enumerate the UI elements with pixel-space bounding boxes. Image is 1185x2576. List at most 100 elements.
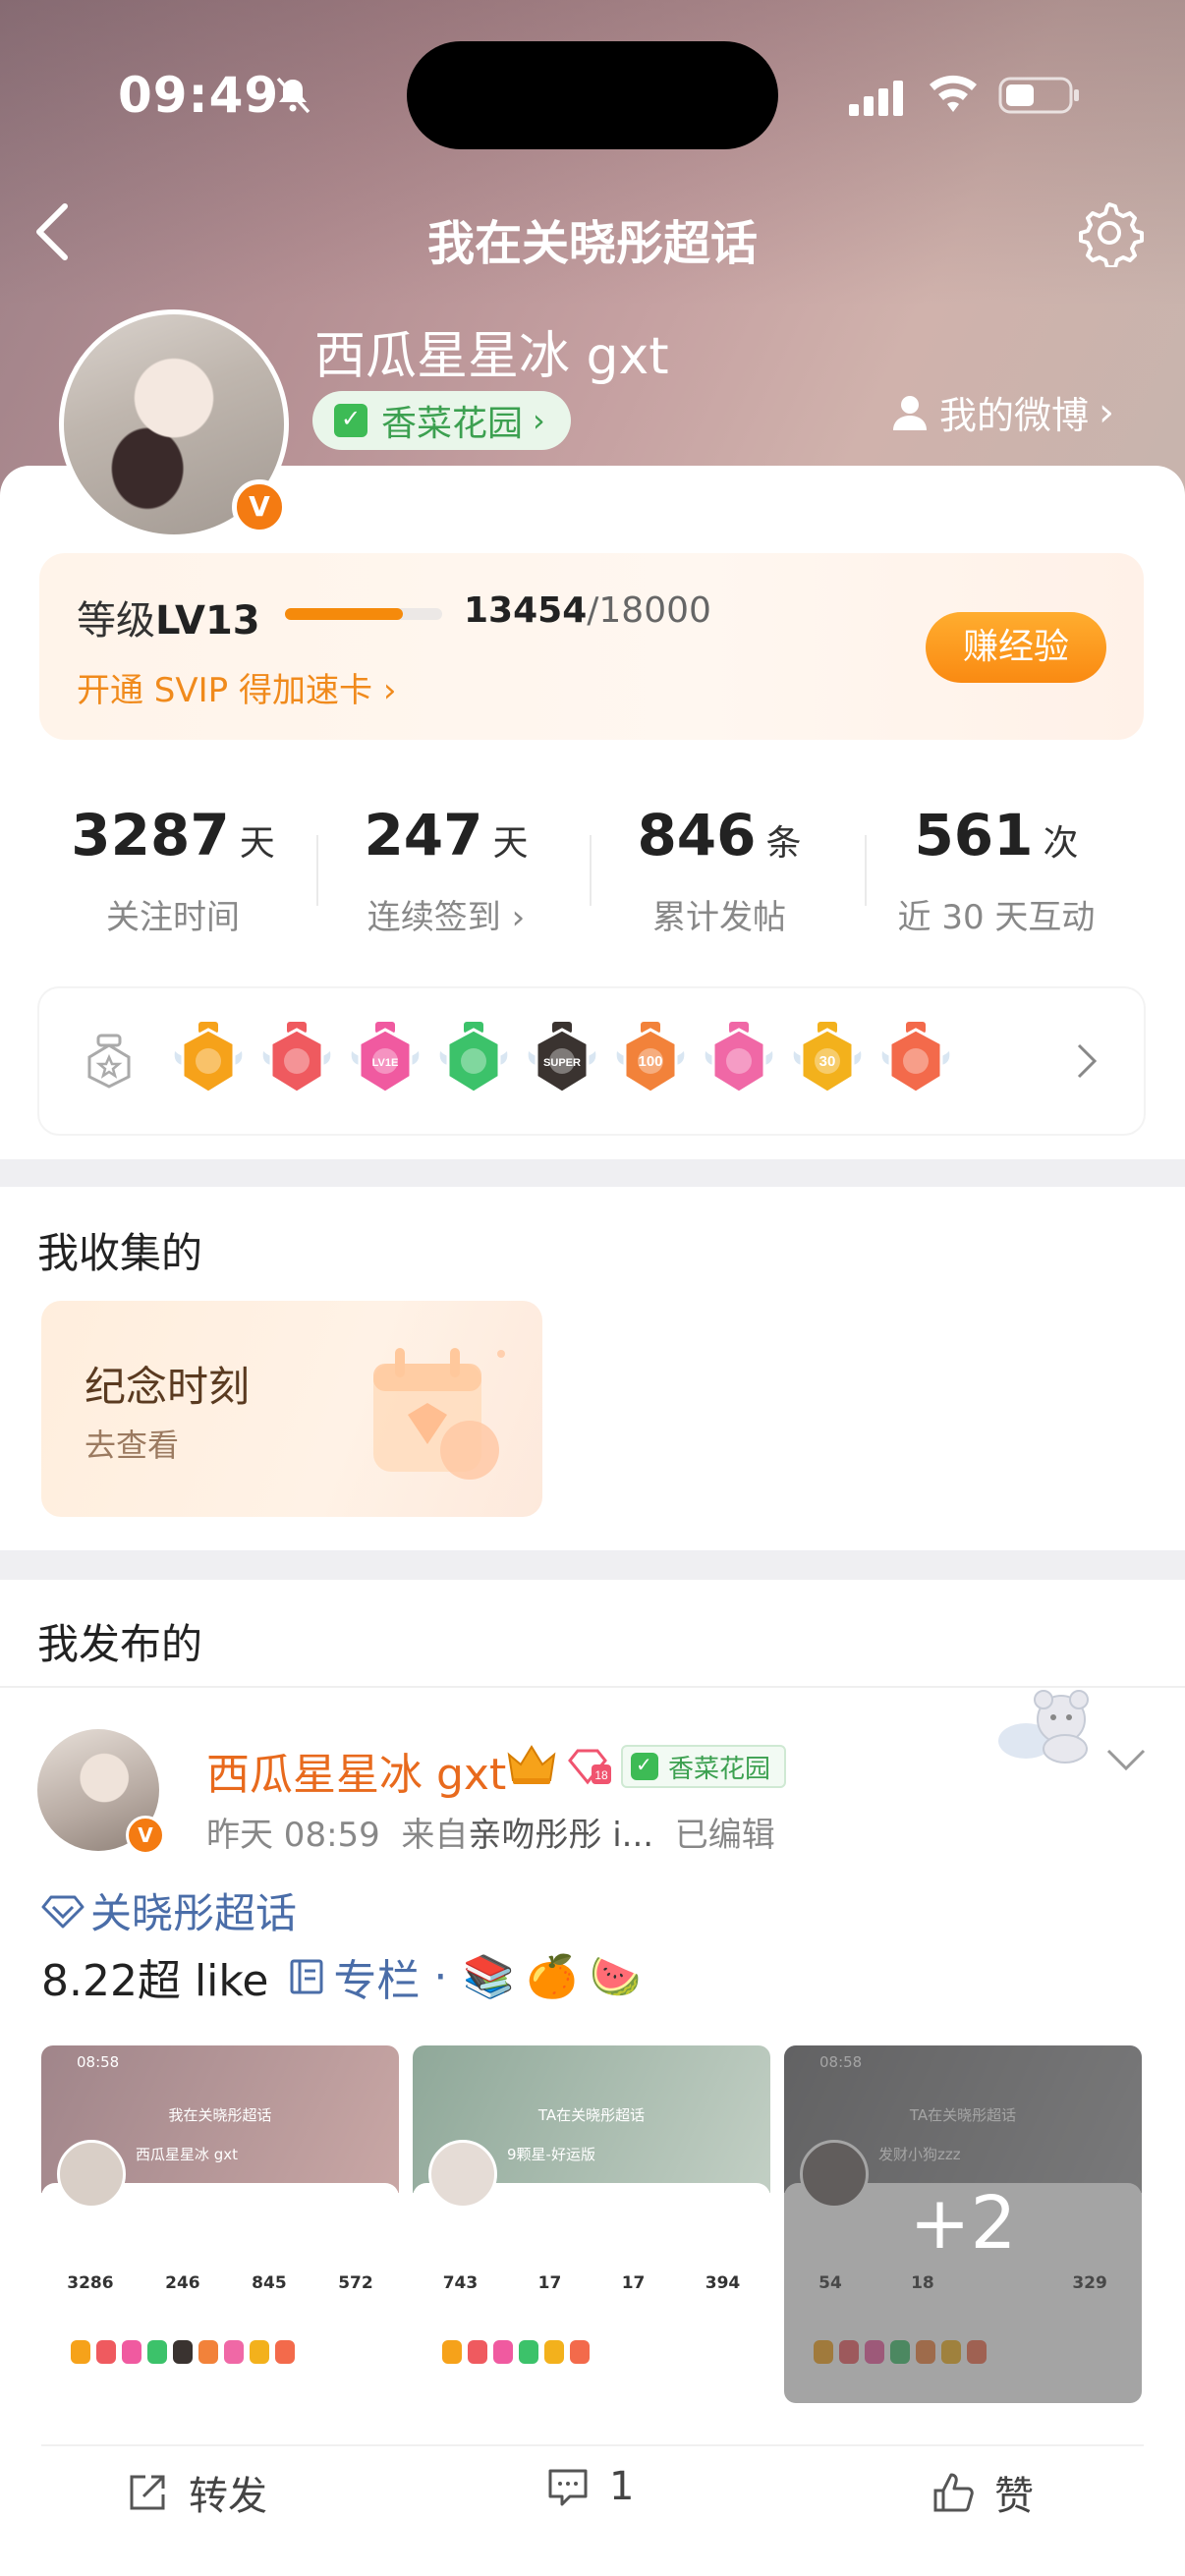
- garden-badge-button[interactable]: 香菜花园 ›: [312, 391, 571, 450]
- like-button[interactable]: 赞: [931, 2464, 1034, 2521]
- chevron-right-icon: ›: [382, 671, 397, 710]
- level-progress-bar: [285, 608, 442, 620]
- memorial-moment-card[interactable]: 纪念时刻 去查看: [41, 1301, 542, 1517]
- thumb-stat: 17: [621, 2273, 646, 2293]
- image-grid: 08:58 我在关晓彤超话 西瓜星星冰 gxt 3286 246 845 572…: [41, 2045, 1144, 2403]
- stat-checkin[interactable]: 247 天 连续签到 ›: [309, 802, 584, 938]
- thumb-stat: 845: [252, 2273, 287, 2293]
- post-image-3[interactable]: 08:58 TA在关晓彤超话 发财小狗zzz 54 18 329 +2: [784, 2045, 1142, 2403]
- thumb-time: 08:58: [77, 2053, 120, 2071]
- garden-label: 香菜花园: [668, 1754, 771, 1784]
- post-edited: 已编辑: [674, 1816, 775, 1855]
- lv-medal-icon: LV1E: [350, 1018, 421, 1104]
- level-value: LV13: [155, 598, 260, 644]
- separator-dot: ·: [433, 1951, 448, 2002]
- collected-section: 我收集的 纪念时刻 去查看: [0, 1187, 1185, 1550]
- comment-count: 1: [609, 2464, 635, 2509]
- thumb-title: 我在关晓彤超话: [168, 2106, 272, 2124]
- moment-title: 纪念时刻: [85, 1363, 251, 1411]
- my-weibo-link[interactable]: 我的微博 ›: [890, 385, 1114, 439]
- 30-days-medal-icon: 30: [792, 1018, 863, 1104]
- calendar-check-icon: [631, 1753, 658, 1780]
- divider: [41, 2444, 1144, 2446]
- thumb-header: [784, 2045, 1142, 2193]
- post-author-name[interactable]: 西瓜星星冰 gxt: [206, 1739, 506, 1802]
- rock-medal-icon: [880, 1018, 951, 1104]
- lv-medal-icon-shape: LV1E: [351, 1022, 420, 1094]
- published-section: 我发布的 V 西瓜星星冰 gxt 18 香菜花园 昨天 08:59 来自亲吻彤彤…: [0, 1580, 1185, 2576]
- dynamic-island: [407, 41, 778, 149]
- chevron-down-icon[interactable]: [1104, 1745, 1148, 1774]
- person-icon: [893, 395, 927, 430]
- thumb-stat: 329: [1072, 2273, 1107, 2293]
- repost-button[interactable]: 转发: [126, 2464, 267, 2521]
- level-progress-fill: [285, 608, 403, 620]
- stat-label: 关注时间: [106, 898, 240, 937]
- hand-medal-icon-shape: [439, 1022, 508, 1094]
- super-medal-icon-shape: SUPER: [528, 1022, 596, 1094]
- medal-wall[interactable]: LV1E SUPER 100 30: [39, 988, 1144, 1134]
- thumb-stat: 743: [442, 2273, 479, 2293]
- thumb-stat: 246: [165, 2273, 200, 2293]
- medal-text: LV1E: [372, 1057, 399, 1069]
- level-panel: 等级LV13 13454/18000 开通 SVIP 得加速卡 › 赚经验: [39, 553, 1144, 740]
- thumb-title: TA在关晓彤超话: [909, 2106, 1017, 2124]
- thumb-name: 9颗星-好运版: [507, 2146, 595, 2163]
- thumb-card: [413, 2183, 770, 2403]
- level-exp: 13454/18000: [464, 590, 711, 631]
- post-image-2[interactable]: TA在关晓彤超话 9颗星-好运版 743 17 17 394: [413, 2045, 770, 2403]
- crown-badge-icon: [507, 1745, 556, 1784]
- gear-icon[interactable]: [1075, 198, 1144, 267]
- post-garden-badge[interactable]: 香菜花园: [621, 1745, 787, 1788]
- svg-text:18: 18: [594, 1768, 608, 1782]
- stat-follow-time: 3287 天 关注时间: [35, 802, 310, 938]
- diamond-topic-icon: [41, 1895, 85, 1928]
- column-link[interactable]: 专栏: [288, 1945, 420, 2008]
- svip-label: 开通 SVIP 得加速卡: [77, 671, 372, 710]
- gem-level-badge-icon: 18: [568, 1749, 611, 1785]
- topic-link[interactable]: 关晓彤超话: [41, 1880, 297, 1940]
- chevron-right-icon: ›: [500, 898, 526, 937]
- cellular-signal-icon: [849, 81, 903, 116]
- post-body: 8.22超 like: [41, 1956, 269, 2006]
- rock-medal-icon-shape: [881, 1022, 950, 1094]
- wifi-icon: [930, 75, 977, 112]
- post-from-prefix: 来自: [401, 1816, 469, 1855]
- 30-days-medal-icon-shape: 30: [793, 1022, 862, 1094]
- thumb-medals: [442, 2340, 737, 2366]
- stat-unit: 次: [1043, 823, 1079, 864]
- stat-label: 近 30 天互动: [897, 898, 1096, 937]
- comment-button[interactable]: 1: [546, 2464, 634, 2509]
- profile-username: 西瓜星星冰 gxt: [314, 327, 669, 386]
- collected-title: 我收集的: [37, 1229, 203, 1277]
- level-prefix: 等级: [77, 598, 155, 644]
- like-label: 赞: [994, 2474, 1034, 2519]
- trophy-medal-icon-shape: [262, 1022, 331, 1094]
- topic-label: 关晓彤超话: [90, 1889, 298, 1937]
- post-time: 昨天 08:59: [206, 1816, 380, 1855]
- thumb-stat: 572: [338, 2273, 373, 2293]
- hand-medal-icon: [438, 1018, 509, 1104]
- thumb-stats: 743 17 17 394: [413, 2273, 770, 2293]
- moment-action: 去查看: [85, 1427, 180, 1464]
- thumb-stat: 17: [537, 2273, 562, 2293]
- earn-exp-button[interactable]: 赚经验: [926, 612, 1106, 683]
- stat-value: 561: [914, 802, 1034, 868]
- medal-outline-icon: [87, 1034, 131, 1089]
- cap-medal-icon: [704, 1018, 774, 1104]
- stat-label: 连续签到 ›: [309, 890, 584, 938]
- stat-posts: 846 条 累计发帖: [582, 802, 857, 938]
- stat-value: 247: [364, 802, 483, 868]
- thumb-name: 西瓜星星冰 gxt: [136, 2146, 239, 2163]
- medal-text: 30: [819, 1053, 836, 1070]
- repost-label: 转发: [189, 2474, 267, 2519]
- share-icon: [130, 2475, 165, 2510]
- column-label: 专栏: [333, 1956, 421, 2006]
- post-source[interactable]: 亲吻彤彤 i...: [468, 1816, 653, 1855]
- medal-text: 100: [638, 1053, 662, 1070]
- chevron-right-icon[interactable]: [1075, 1041, 1099, 1081]
- calendar-gem-icon: [373, 1348, 505, 1480]
- published-title: 我发布的: [37, 1620, 203, 1668]
- post-image-1[interactable]: 08:58 我在关晓彤超话 西瓜星星冰 gxt 3286 246 845 572: [41, 2045, 399, 2403]
- svip-link[interactable]: 开通 SVIP 得加速卡 ›: [77, 663, 396, 711]
